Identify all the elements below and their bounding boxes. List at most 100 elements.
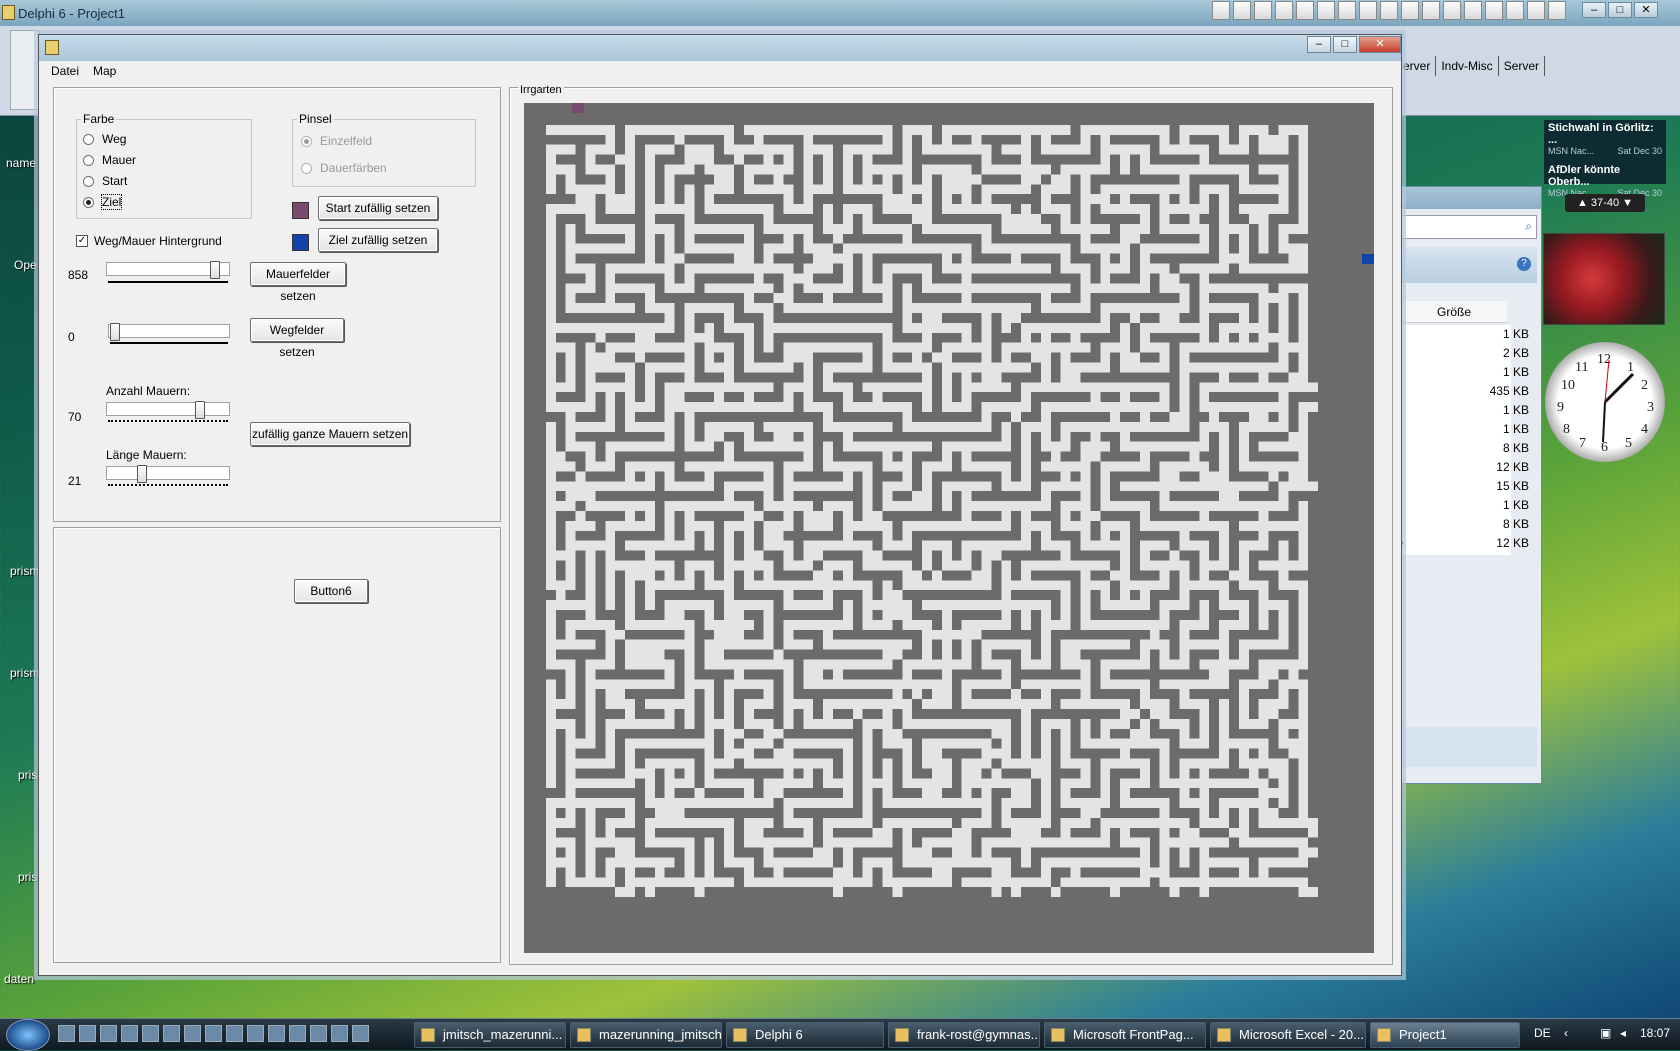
maze-wall-cell[interactable]	[1070, 471, 1081, 482]
maze-wall-cell[interactable]	[536, 144, 546, 155]
maze-wall-cell[interactable]	[971, 293, 1041, 304]
maze-wall-cell[interactable]	[892, 709, 903, 719]
maze-wall-cell[interactable]	[743, 728, 764, 739]
maze-wall-cell[interactable]	[1308, 313, 1328, 323]
maze-wall-cell[interactable]	[575, 164, 586, 175]
maze-wall-cell[interactable]	[1288, 322, 1299, 333]
maze-wall-cell[interactable]	[1209, 322, 1220, 333]
maze-wall-cell[interactable]	[991, 570, 1002, 581]
maze-wall-cell[interactable]	[753, 352, 784, 363]
maze-wall-cell[interactable]	[1209, 540, 1220, 551]
maze-wall-cell[interactable]	[1268, 313, 1279, 323]
maze-wall-cell[interactable]	[1031, 788, 1041, 799]
maze-wall-cell[interactable]	[991, 194, 1041, 205]
maze-wall-cell[interactable]	[1229, 194, 1279, 205]
maze-wall-cell[interactable]	[1031, 134, 1041, 145]
maze-wall-cell[interactable]	[753, 322, 764, 333]
desktop-icon-label[interactable]: name	[6, 156, 36, 170]
maze-wall-cell[interactable]	[1248, 857, 1259, 868]
maze-wall-cell[interactable]	[1189, 303, 1200, 313]
ziel-random-button[interactable]: Ziel zufällig setzen	[318, 228, 438, 252]
maze-wall-cell[interactable]	[536, 808, 546, 818]
task-button[interactable]: mazerunning_jmitsch	[570, 1022, 722, 1048]
slider-thumb[interactable]	[137, 465, 147, 483]
maze-wall-cell[interactable]	[536, 699, 546, 709]
maze-wall-cell[interactable]	[615, 421, 626, 432]
maze-wall-cell[interactable]	[694, 629, 715, 640]
clock-time[interactable]: 18:07	[1640, 1026, 1670, 1040]
maze-wall-cell[interactable]	[1308, 610, 1328, 620]
maze-wall-cell[interactable]	[813, 223, 824, 234]
maze-wall-cell[interactable]	[1189, 689, 1239, 700]
maze-wall-cell[interactable]	[1248, 748, 1259, 759]
maze-wall-cell[interactable]	[892, 857, 903, 868]
maze-wall-cell[interactable]	[1090, 461, 1101, 472]
maze-wall-cell[interactable]	[1288, 164, 1299, 175]
maze-wall-cell[interactable]	[694, 352, 705, 363]
maze-wall-cell[interactable]	[734, 827, 744, 838]
maze-wall-cell[interactable]	[1050, 728, 1061, 739]
maze-wall-cell[interactable]	[595, 520, 606, 531]
maze-wall-cell[interactable]	[615, 293, 645, 304]
maze-wall-cell[interactable]	[536, 431, 546, 442]
maze-wall-cell[interactable]	[555, 293, 566, 304]
maze-wall-cell[interactable]	[1011, 679, 1022, 690]
maze-wall-cell[interactable]	[902, 887, 992, 898]
maze-wall-cell[interactable]	[1189, 293, 1200, 304]
maze-wall-cell[interactable]	[734, 303, 744, 313]
maze-wall-cell[interactable]	[773, 570, 814, 581]
maze-wall-cell[interactable]	[991, 144, 1002, 155]
maze-wall-cell[interactable]	[1090, 659, 1101, 670]
maze-wall-cell[interactable]	[654, 471, 665, 482]
maze-wall-cell[interactable]	[813, 352, 863, 363]
maze-wall-cell[interactable]	[892, 837, 903, 848]
maze-wall-cell[interactable]	[1189, 817, 1200, 828]
maze-wall-cell[interactable]	[872, 263, 883, 274]
maze-wall-cell[interactable]	[1169, 709, 1200, 719]
maze-wall-cell[interactable]	[793, 550, 804, 561]
maze-wall-cell[interactable]	[1308, 421, 1328, 432]
maze-wall-cell[interactable]	[555, 441, 566, 452]
maze-wall-cell[interactable]	[793, 659, 804, 670]
maze-wall-cell[interactable]	[674, 511, 685, 521]
maze-wall-cell[interactable]	[1248, 223, 1259, 234]
maze-wall-cell[interactable]	[1011, 511, 1022, 521]
maze-wall-cell[interactable]	[991, 788, 1012, 799]
maze-wall-cell[interactable]	[932, 402, 942, 412]
maze-wall-cell[interactable]	[793, 392, 804, 403]
maze-wall-cell[interactable]	[793, 431, 804, 442]
maze-wall-cell[interactable]	[555, 778, 566, 789]
maze-wall-cell[interactable]	[555, 471, 576, 482]
maze-wall-cell[interactable]	[991, 322, 1002, 333]
maze-wall-cell[interactable]	[991, 808, 1002, 818]
maze-wall-cell[interactable]	[1100, 392, 1121, 403]
maze-wall-cell[interactable]	[654, 768, 665, 779]
maze-wall-cell[interactable]	[694, 164, 705, 175]
maze-wall-cell[interactable]	[1229, 639, 1239, 650]
maze-wall-cell[interactable]	[1011, 659, 1022, 670]
maze-wall-cell[interactable]	[615, 659, 626, 670]
maze-wall-cell[interactable]	[773, 560, 784, 571]
maze-wall-cell[interactable]	[1070, 718, 1081, 729]
start-button-icon[interactable]	[6, 1019, 50, 1051]
menu-datei[interactable]: Datei	[51, 61, 79, 81]
maze-wall-cell[interactable]	[932, 342, 942, 353]
maze-wall-cell[interactable]	[674, 718, 685, 729]
maze-wall-cell[interactable]	[1130, 570, 1160, 581]
maze-wall-cell[interactable]	[951, 134, 972, 145]
maze-wall-cell[interactable]	[813, 699, 824, 709]
toolbar-icon[interactable]	[1464, 1, 1482, 20]
maze-wall-cell[interactable]	[912, 827, 952, 838]
maze-wall-cell[interactable]	[1130, 540, 1140, 551]
maze-wall-cell[interactable]	[536, 253, 546, 264]
maze-wall-cell[interactable]	[654, 164, 665, 175]
maze-wall-cell[interactable]	[1031, 451, 1051, 462]
maze-wall-cell[interactable]	[615, 827, 645, 838]
maze-wall-cell[interactable]	[773, 342, 784, 353]
maze-wall-cell[interactable]	[1308, 283, 1328, 294]
maze-wall-cell[interactable]	[694, 511, 744, 521]
mail-icon[interactable]	[1275, 1, 1293, 20]
maze-wall-cell[interactable]	[1011, 867, 1041, 878]
maze-wall-cell[interactable]	[1308, 124, 1328, 135]
maze-wall-cell[interactable]	[1288, 402, 1299, 412]
